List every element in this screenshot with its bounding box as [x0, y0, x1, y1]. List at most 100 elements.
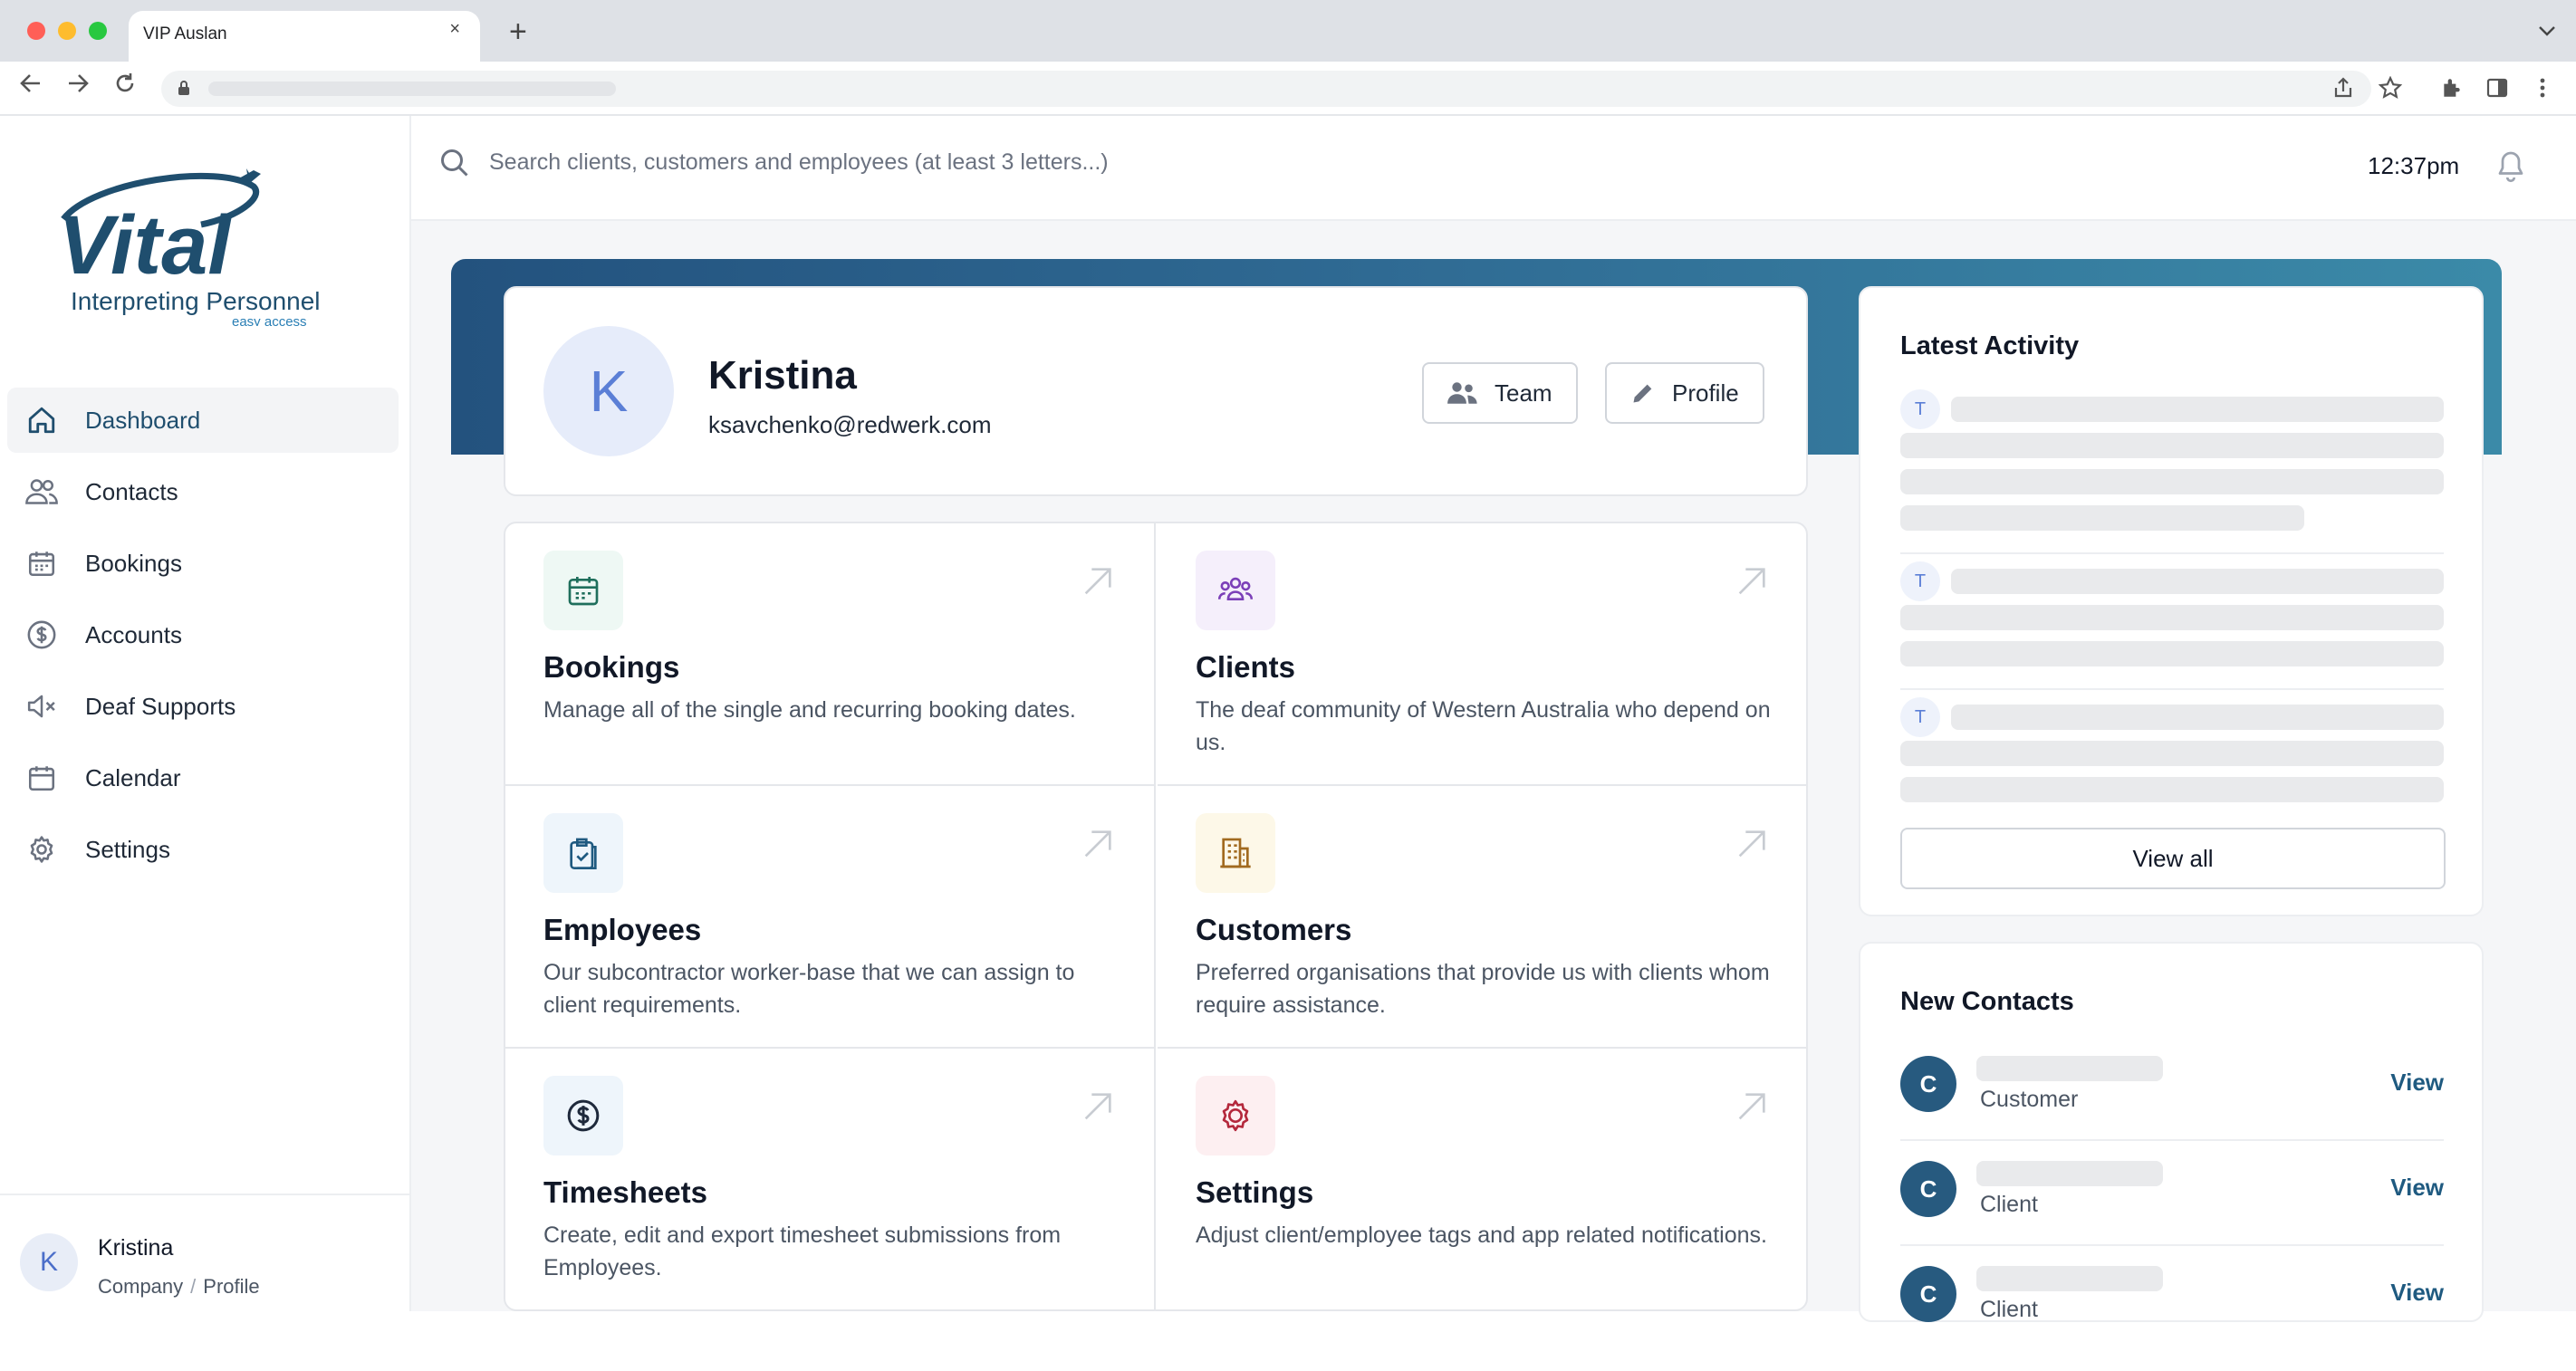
user-links: Company / Profile [98, 1275, 260, 1299]
view-contact-link[interactable]: View [2390, 1279, 2444, 1307]
latest-activity-panel: Latest Activity T T T View all [1859, 286, 2484, 916]
tile-title: Employees [543, 913, 702, 946]
avatar[interactable]: K [20, 1233, 78, 1291]
contact-row: C Customer View [1900, 1056, 2444, 1161]
skeleton-line [1951, 397, 2444, 422]
top-header: 12:37pm [411, 116, 2576, 221]
tile-description: Our subcontractor worker-base that we ca… [543, 960, 1075, 1018]
extensions-puzzle-icon[interactable] [2437, 72, 2467, 103]
sidebar-item-label: Settings [85, 835, 170, 863]
calendar-icon [24, 760, 60, 796]
team-icon [1447, 382, 1477, 404]
profile-button[interactable]: Profile [1605, 362, 1764, 424]
sidebar-user: K Kristina Company / Profile [0, 1194, 409, 1311]
sidebar-item-dashboard[interactable]: Dashboard [7, 388, 399, 453]
tile-description: Manage all of the single and recurring b… [543, 697, 1076, 723]
contact-type: Client [1980, 1297, 2038, 1322]
sidebar-item-contacts[interactable]: Contacts [7, 459, 399, 524]
profile-email: ksavchenko@redwerk.com [708, 411, 992, 438]
back-arrow-icon[interactable] [18, 71, 43, 101]
tile-customers[interactable]: Customers Preferred organisations that p… [1158, 786, 1806, 1049]
sidebar-item-bookings[interactable]: Bookings [7, 531, 399, 596]
tile-clients[interactable]: Clients The deaf community of Western Au… [1158, 523, 1806, 786]
tile-title: Bookings [543, 650, 680, 684]
avatar: K [543, 326, 674, 456]
contact-type: Client [1980, 1192, 2038, 1217]
avatar: C [1900, 1056, 1956, 1112]
profile-link[interactable]: Profile [203, 1275, 259, 1298]
panel-title: Latest Activity [1900, 331, 2080, 360]
calendar-icon [24, 545, 60, 581]
building-icon [1196, 813, 1275, 893]
lock-icon [178, 81, 189, 95]
profile-name: Kristina [708, 353, 857, 398]
browser-menu-icon[interactable] [2527, 72, 2558, 103]
arrow-up-right-icon [1084, 568, 1111, 595]
team-button[interactable]: Team [1422, 362, 1578, 424]
pencil-icon [1633, 384, 1652, 403]
vital-logo[interactable]: Vital Interpreting Personnel easy access [56, 154, 346, 330]
new-contacts-panel: New Contacts C Customer View C Client Vi… [1859, 942, 2484, 1322]
tile-title: Timesheets [543, 1175, 707, 1209]
profile-card: K Kristina ksavchenko@redwerk.com Team P… [504, 286, 1808, 496]
skeleton-line [1900, 777, 2444, 802]
sidebar-item-label: Accounts [85, 620, 182, 648]
browser-tab-bar: VIP Auslan × + [0, 0, 2576, 62]
arrow-up-right-icon [1738, 1093, 1765, 1120]
forward-arrow-icon[interactable] [65, 71, 91, 101]
logo-subtagline: easy access [232, 314, 307, 326]
dollar-icon [24, 617, 60, 653]
contact-row: C Client View [1900, 1161, 2444, 1266]
address-bar[interactable] [161, 71, 2371, 107]
sidebar-item-deaf-supports[interactable]: Deaf Supports [7, 674, 399, 739]
bookmark-star-icon[interactable] [2375, 72, 2406, 103]
home-icon [24, 402, 60, 438]
gear-icon [1196, 1076, 1275, 1155]
bell-icon[interactable] [2494, 149, 2527, 185]
sidebar-item-label: Dashboard [85, 406, 201, 434]
sidebar-item-label: Bookings [85, 549, 182, 577]
browser-tab-title: VIP Auslan [143, 24, 227, 43]
view-contact-link[interactable]: View [2390, 1069, 2444, 1097]
sidebar-item-accounts[interactable]: Accounts [7, 602, 399, 667]
arrow-up-right-icon [1738, 568, 1765, 595]
skeleton-line [1951, 705, 2444, 730]
tile-settings[interactable]: Settings Adjust client/employee tags and… [1158, 1049, 1806, 1309]
maximize-window-button[interactable] [89, 22, 107, 40]
sidebar-item-settings[interactable]: Settings [7, 817, 399, 882]
close-window-button[interactable] [27, 22, 45, 40]
url-text [208, 81, 616, 96]
new-tab-button[interactable]: + [509, 16, 527, 47]
tile-description: Create, edit and export timesheet submis… [543, 1222, 1062, 1280]
tab-close-icon[interactable]: × [449, 19, 460, 40]
skeleton-line [1900, 433, 2444, 458]
skeleton-line [1900, 741, 2444, 766]
reload-icon[interactable] [112, 71, 138, 101]
tile-employees[interactable]: Employees Our subcontractor worker-base … [505, 786, 1156, 1049]
browser-tab[interactable]: VIP Auslan × [129, 11, 480, 62]
minimize-window-button[interactable] [58, 22, 76, 40]
profile-button-label: Profile [1672, 379, 1739, 407]
side-panel-icon[interactable] [2482, 72, 2513, 103]
divider [1900, 552, 2444, 554]
skeleton-line [1900, 469, 2444, 494]
tile-title: Customers [1196, 913, 1352, 946]
arrow-up-right-icon [1738, 830, 1765, 858]
divider [1900, 688, 2444, 690]
skeleton-line [1900, 605, 2444, 630]
team-button-label: Team [1495, 379, 1552, 407]
view-all-button[interactable]: View all [1900, 828, 2446, 889]
tile-description: Adjust client/employee tags and app rela… [1196, 1222, 1767, 1248]
share-icon[interactable] [2328, 72, 2359, 103]
tile-title: Clients [1196, 650, 1296, 684]
arrow-up-right-icon [1084, 1093, 1111, 1120]
view-contact-link[interactable]: View [2390, 1174, 2444, 1202]
tab-list-chevron-icon[interactable] [2538, 18, 2556, 42]
feature-grid: Bookings Manage all of the single and re… [504, 522, 1808, 1311]
tile-timesheets[interactable]: Timesheets Create, edit and export times… [505, 1049, 1156, 1309]
speaker-muted-icon [24, 688, 60, 724]
company-link[interactable]: Company [98, 1275, 183, 1298]
sidebar-item-calendar[interactable]: Calendar [7, 745, 399, 810]
tile-bookings[interactable]: Bookings Manage all of the single and re… [505, 523, 1156, 786]
search-input[interactable] [489, 143, 1485, 181]
